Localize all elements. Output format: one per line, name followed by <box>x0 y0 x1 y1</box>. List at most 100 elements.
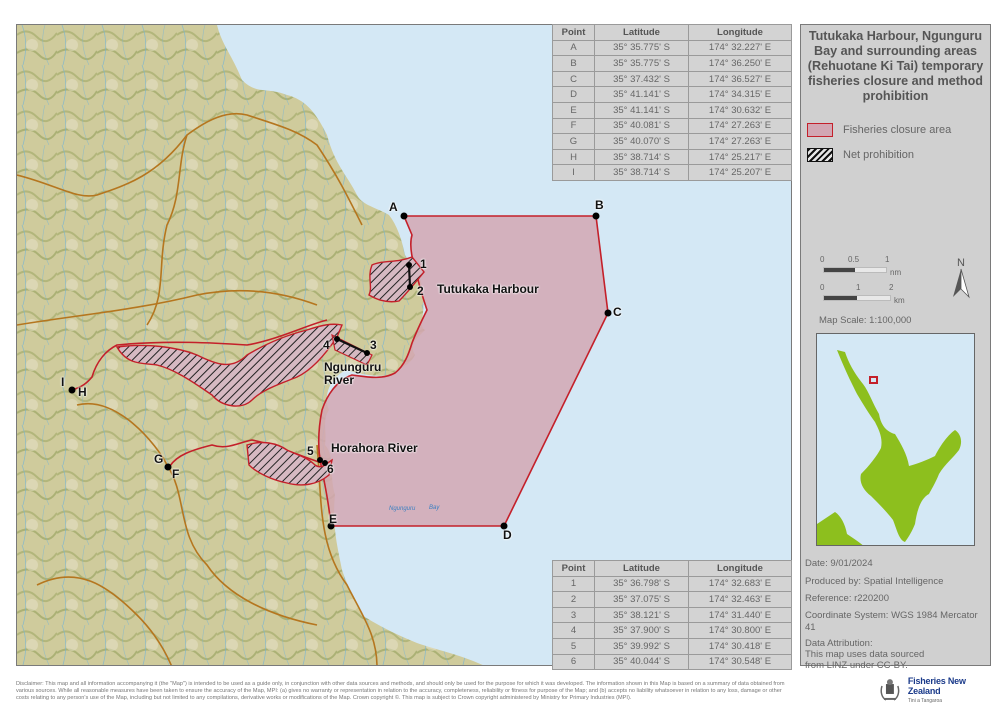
cell-point: C <box>552 70 595 88</box>
point-label-3: 3 <box>370 338 377 352</box>
logo-name: Fisheries New Zealand <box>907 676 966 696</box>
cell-longitude: 174° 36.527' E <box>688 70 792 88</box>
marker-a <box>400 212 408 220</box>
cell-point: A <box>552 39 595 57</box>
south-island-shape <box>817 512 863 545</box>
scale-bar-nm <box>823 267 887 273</box>
cell-point: 5 <box>552 637 595 655</box>
inset-canvas <box>817 350 962 545</box>
cell-latitude: 35° 37.432' S <box>594 70 689 88</box>
cell-latitude: 35° 38.714' S <box>594 148 689 166</box>
legend-net-label: Net prohibition <box>843 149 914 161</box>
north-label: N <box>957 257 965 269</box>
net-prohibition-points-table: Point Latitude Longitude 1 35° 36.798' S1… <box>552 560 792 671</box>
cell-latitude: 35° 40.070' S <box>594 133 689 150</box>
table-row: A 35° 35.775' S 174° 32.227' E <box>552 39 792 57</box>
map-date: Date: 9/01/2024 <box>805 558 873 569</box>
cell-point: I <box>552 164 595 181</box>
header-longitude: Longitude <box>688 24 792 41</box>
table-row: G 35° 40.070' S 174° 27.263' E <box>552 133 792 150</box>
cell-longitude: 174° 32.463' E <box>688 591 792 608</box>
closure-swatch-icon <box>807 123 833 137</box>
cell-latitude: 35° 39.992' S <box>594 637 689 655</box>
locator-inset-map <box>816 333 975 546</box>
logo-subtitle: Tini a Tangaroa <box>907 698 943 704</box>
table-row: 1 35° 36.798' S 174° 32.683' E <box>552 575 792 593</box>
reference: Reference: r220200 <box>805 593 889 604</box>
label-ngunguru-river-2: River <box>324 373 355 387</box>
cell-latitude: 35° 38.121' S <box>594 606 689 624</box>
data-attribution-heading: Data Attribution: <box>805 638 873 649</box>
cell-longitude: 174° 32.227' E <box>688 39 792 57</box>
table-header-row: Point Latitude Longitude <box>552 560 792 577</box>
cell-longitude: 174° 36.250' E <box>688 55 792 72</box>
table-row: 2 35° 37.075' S 174° 32.463' E <box>552 591 792 608</box>
cell-point: 2 <box>552 591 595 608</box>
point-label-4: 4 <box>323 338 330 352</box>
legend-panel: Tutukaka Harbour, Ngunguru Bay and surro… <box>800 24 991 671</box>
header-latitude: Latitude <box>594 24 689 41</box>
point-label-h: H <box>78 385 87 399</box>
nz-coat-of-arms-icon <box>880 679 900 701</box>
table-row: F 35° 40.081' S 174° 27.263' E <box>552 117 792 135</box>
scale-nm-unit: nm <box>890 268 902 277</box>
header-longitude: Longitude <box>688 560 792 577</box>
scale-nm-tick-2: 1 <box>885 255 890 264</box>
table-row: I 35° 38.714' S 174° 25.207' E <box>552 164 792 181</box>
point-label-6: 6 <box>327 462 334 476</box>
scale-km-tick-0: 0 <box>820 283 825 292</box>
point-label-c: C <box>613 305 622 319</box>
marker-c <box>604 309 612 317</box>
cell-point: D <box>552 86 595 103</box>
marker-4 <box>334 336 340 342</box>
cell-longitude: 174° 25.207' E <box>688 164 792 181</box>
table-row: 3 35° 38.121' S 174° 31.440' E <box>552 606 792 624</box>
coordinate-system-line-2: 41 <box>805 622 816 633</box>
point-label-g: G <box>154 452 164 466</box>
point-label-d: D <box>503 528 512 542</box>
cell-longitude: 174° 25.217' E <box>688 148 792 166</box>
table-row: B 35° 35.775' S 174° 36.250' E <box>552 55 792 72</box>
label-tutukaka-harbour: Tutukaka Harbour <box>437 282 539 296</box>
cell-point: F <box>552 117 595 135</box>
cell-point: 4 <box>552 622 595 639</box>
point-label-1: 1 <box>420 257 427 271</box>
cell-point: 1 <box>552 575 595 593</box>
cell-latitude: 35° 41.141' S <box>594 101 689 119</box>
map-title: Tutukaka Harbour, Ngunguru Bay and surro… <box>807 29 984 103</box>
table-row: 4 35° 37.900' S 174° 30.800' E <box>552 622 792 639</box>
scale-nm-tick-0: 0 <box>820 255 825 264</box>
cell-longitude: 174° 27.263' E <box>688 133 792 150</box>
scale-km-tick-2: 2 <box>889 283 894 292</box>
header-latitude: Latitude <box>594 560 689 577</box>
marker-2 <box>407 284 413 290</box>
cell-point: H <box>552 148 595 166</box>
cell-longitude: 174° 30.548' E <box>688 653 792 671</box>
point-label-e: E <box>329 512 338 526</box>
table-row: 5 35° 39.992' S 174° 30.418' E <box>552 637 792 655</box>
point-label-a: A <box>389 200 398 214</box>
cell-point: 3 <box>552 606 595 624</box>
table-row: H 35° 38.714' S 174° 25.217' E <box>552 148 792 166</box>
cell-point: G <box>552 133 595 150</box>
legend-closure-label: Fisheries closure area <box>843 124 952 136</box>
cell-latitude: 35° 41.141' S <box>594 86 689 103</box>
cell-point: E <box>552 101 595 119</box>
bay-label-1: Ngunguru <box>389 506 416 512</box>
fisheries-nz-logo: Fisheries New Zealand Tini a Tangaroa <box>880 676 1000 704</box>
net-hatch-swatch-icon <box>807 148 833 162</box>
cell-latitude: 35° 35.775' S <box>594 55 689 72</box>
cell-latitude: 35° 38.714' S <box>594 164 689 181</box>
table-row: 6 35° 40.044' S 174° 30.548' E <box>552 653 792 671</box>
legend-item-net: Net prohibition <box>807 148 914 162</box>
location-indicator <box>869 376 878 384</box>
cell-longitude: 174° 31.440' E <box>688 606 792 624</box>
point-label-5: 5 <box>307 444 314 458</box>
header-point: Point <box>552 560 595 577</box>
cell-latitude: 35° 37.075' S <box>594 591 689 608</box>
data-attribution-line-2: from LINZ under CC-BY. <box>805 660 908 671</box>
cell-longitude: 174° 27.263' E <box>688 117 792 135</box>
cell-latitude: 35° 37.900' S <box>594 622 689 639</box>
cell-latitude: 35° 35.775' S <box>594 39 689 57</box>
north-island-shape <box>837 350 962 542</box>
